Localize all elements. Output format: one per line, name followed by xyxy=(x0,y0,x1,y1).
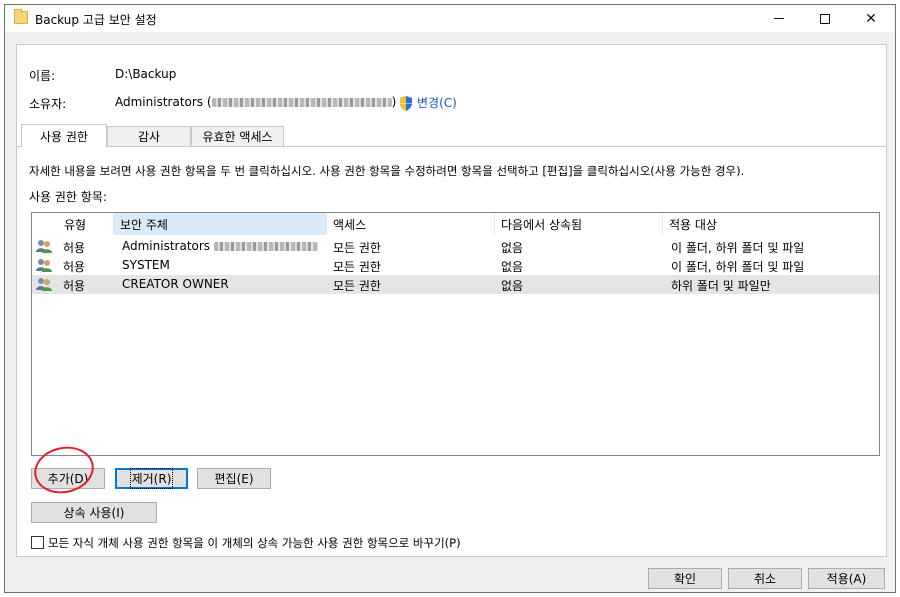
owner-field: Administrators () xyxy=(115,95,396,109)
uac-shield-icon xyxy=(400,96,412,111)
enable-inheritance-button[interactable]: 상속 사용(I) xyxy=(31,502,157,523)
column-header-inherited[interactable]: 다음에서 상속됨 xyxy=(495,213,663,235)
cell-type: 허용 xyxy=(63,279,86,293)
tab-auditing[interactable]: 감사 xyxy=(107,126,191,147)
cell-type: 허용 xyxy=(63,241,86,255)
maximize-button[interactable] xyxy=(802,5,848,32)
owner-label: 소유자: xyxy=(29,97,67,111)
apply-button[interactable]: 적용(A) xyxy=(808,568,885,589)
owner-value-end: ) xyxy=(391,95,397,109)
cell-access: 모든 권한 xyxy=(333,260,381,274)
cell-access: 모든 권한 xyxy=(333,279,381,293)
cell-access: 모든 권한 xyxy=(333,241,381,255)
cancel-button[interactable]: 취소 xyxy=(728,568,802,589)
tab-permissions[interactable]: 사용 권한 xyxy=(21,124,107,148)
change-owner-label: 변경(C) xyxy=(417,96,457,110)
ok-button[interactable]: 확인 xyxy=(648,568,722,589)
minimize-icon xyxy=(774,18,784,19)
redacted-principal xyxy=(213,242,318,251)
minimize-button[interactable] xyxy=(756,5,802,32)
close-icon: ✕ xyxy=(865,10,877,27)
window-title: Backup 고급 보안 설정 xyxy=(35,13,157,27)
replace-permissions-label: 모든 자식 개체 사용 권한 항목을 이 개체의 상속 가능한 사용 권한 항목… xyxy=(48,536,461,550)
column-header-access[interactable]: 액세스 xyxy=(327,213,495,235)
change-owner-link[interactable]: 변경(C) xyxy=(399,94,457,111)
principal-name: Administrators xyxy=(122,239,211,253)
replace-permissions-checkbox[interactable] xyxy=(31,536,44,549)
table-row[interactable]: 허용 Administrators 모든 권한 없음 이 폴더, 하위 폴더 및… xyxy=(32,237,879,256)
owner-value: Administrators ( xyxy=(115,95,212,109)
cell-applies: 하위 폴더 및 파일만 xyxy=(671,279,771,293)
cell-principal: CREATOR OWNER xyxy=(122,277,229,291)
tab-effective-access[interactable]: 유효한 액세스 xyxy=(191,126,284,147)
close-button[interactable]: ✕ xyxy=(848,5,894,32)
add-button[interactable]: 추가(D) xyxy=(31,468,105,489)
remove-button[interactable]: 제거(R) xyxy=(115,468,188,489)
user-group-icon xyxy=(36,278,52,291)
user-group-icon xyxy=(36,240,52,253)
remove-button-label: 제거(R) xyxy=(129,468,174,489)
folder-icon xyxy=(14,9,28,24)
user-group-icon xyxy=(36,259,52,272)
edit-button[interactable]: 편집(E) xyxy=(197,468,271,489)
cell-applies: 이 폴더, 하위 폴더 및 파일 xyxy=(671,260,805,274)
redacted-owner xyxy=(211,98,392,107)
cell-type: 허용 xyxy=(63,260,86,274)
cell-inherited: 없음 xyxy=(501,241,524,255)
cell-principal: SYSTEM xyxy=(122,258,170,272)
column-header-principal[interactable]: 보안 주체 xyxy=(114,213,327,235)
name-value: D:\Backup xyxy=(115,67,177,81)
instructions-text: 자세한 내용을 보려면 사용 권한 항목을 두 번 클릭하십시오. 사용 권한 … xyxy=(29,164,745,178)
cell-inherited: 없음 xyxy=(501,279,524,293)
column-header-applies[interactable]: 적용 대상 xyxy=(663,213,879,235)
settings-panel: 이름: D:\Backup 소유자: Administrators () 변경(… xyxy=(16,44,887,557)
column-header-type[interactable]: 유형 xyxy=(58,213,114,235)
entries-label: 사용 권한 항목: xyxy=(29,190,107,204)
cell-inherited: 없음 xyxy=(501,260,524,274)
advanced-security-dialog: Backup 고급 보안 설정 ✕ 이름: D:\Backup 소유자: Adm… xyxy=(4,4,896,593)
cell-applies: 이 폴더, 하위 폴더 및 파일 xyxy=(671,241,805,255)
table-row[interactable]: 허용 SYSTEM 모든 권한 없음 이 폴더, 하위 폴더 및 파일 xyxy=(32,256,879,275)
tab-strip: 사용 권한 감사 유효한 액세스 xyxy=(17,124,886,148)
permission-entries-list[interactable]: 유형 보안 주체 액세스 다음에서 상속됨 적용 대상 허용 Administr… xyxy=(31,212,880,456)
maximize-icon xyxy=(820,13,830,24)
table-row[interactable]: 허용 CREATOR OWNER 모든 권한 없음 하위 폴더 및 파일만 xyxy=(32,275,879,294)
title-bar[interactable]: Backup 고급 보안 설정 ✕ xyxy=(5,5,895,32)
cell-principal: Administrators xyxy=(122,239,318,253)
name-label: 이름: xyxy=(29,69,56,83)
